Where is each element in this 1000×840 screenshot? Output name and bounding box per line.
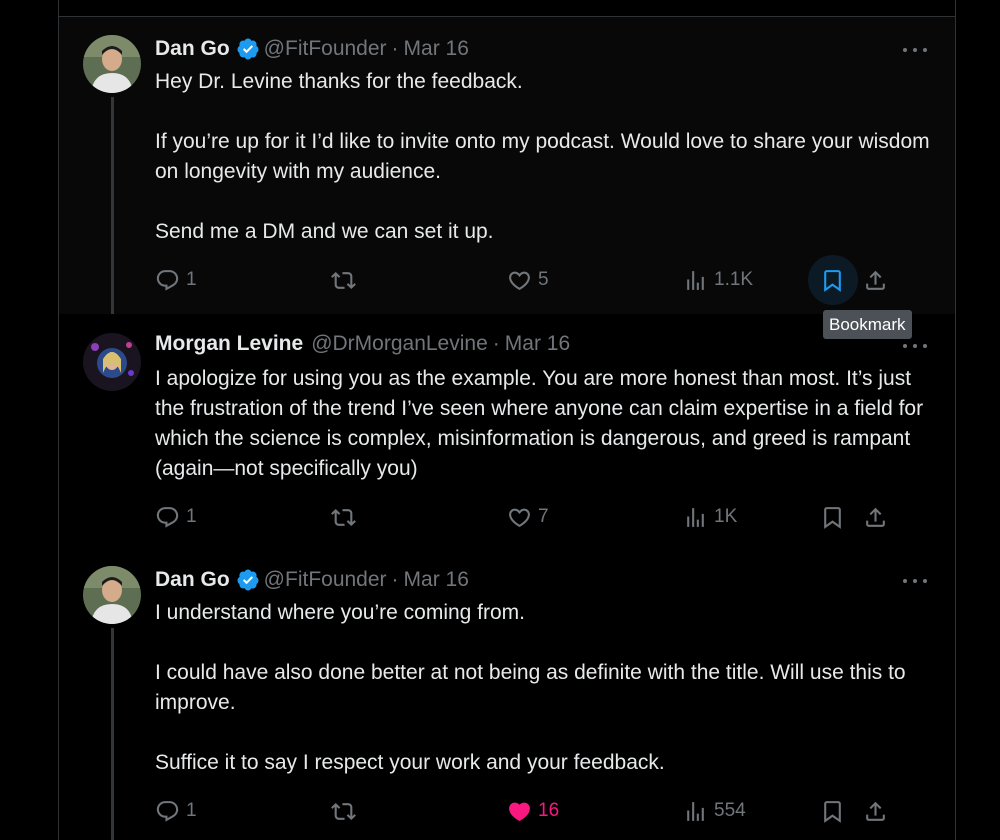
share-icon <box>866 801 885 821</box>
views-button[interactable]: 554 <box>683 796 746 826</box>
bookmark-icon <box>824 269 841 292</box>
separator: · <box>391 37 399 60</box>
reply-button[interactable]: 1 <box>155 796 197 826</box>
tweet-paragraph: I understand where you’re coming from. <box>155 601 526 624</box>
tweet-paragraph: If you’re up for it I’d like to invite o… <box>155 130 930 183</box>
tweet-paragraph: I apologize for using you as the example… <box>155 367 924 480</box>
tweet[interactable]: Dan Go @FitFounder · Mar 16 I understand… <box>59 548 955 840</box>
reply-icon <box>156 506 179 528</box>
timeline-column: Dan Go @FitFounder · Mar 16 Hey Dr. Levi… <box>58 0 956 840</box>
retweet-icon <box>331 802 356 820</box>
avatar[interactable] <box>83 333 141 391</box>
retweet-button[interactable] <box>331 265 356 295</box>
bookmark-tooltip: Bookmark <box>823 310 912 339</box>
author-handle[interactable]: @FitFounder <box>264 37 387 61</box>
retweet-icon <box>331 271 356 289</box>
tweet-paragraph: Hey Dr. Levine thanks for the feedback. <box>155 70 523 93</box>
retweet-icon <box>331 508 356 526</box>
views-button[interactable]: 1.1K <box>683 265 753 295</box>
reply-button[interactable]: 1 <box>155 502 197 532</box>
views-count: 1K <box>714 506 738 527</box>
heart-filled-icon <box>509 802 530 821</box>
views-icon <box>687 270 704 290</box>
reply-count: 1 <box>186 269 197 290</box>
tweet-text: I understand where you’re coming from. I… <box>155 598 945 778</box>
bookmark-icon <box>824 506 841 529</box>
tweet-header: Dan Go @FitFounder · Mar 16 <box>155 37 469 61</box>
verified-badge-icon <box>237 38 259 60</box>
share-button[interactable] <box>863 265 888 295</box>
thread-connector <box>111 97 114 314</box>
tweet[interactable]: Dan Go @FitFounder · Mar 16 Hey Dr. Levi… <box>59 17 955 314</box>
like-button[interactable]: 16 <box>507 796 559 826</box>
share-button[interactable] <box>863 502 888 532</box>
views-button[interactable]: 1K <box>683 502 737 532</box>
heart-icon <box>509 508 530 527</box>
separator: · <box>492 332 500 355</box>
avatar[interactable] <box>83 35 141 93</box>
share-icon <box>866 270 885 290</box>
tweet-date[interactable]: Mar 16 <box>505 332 570 356</box>
like-button[interactable]: 5 <box>507 265 549 295</box>
like-count: 7 <box>538 506 549 527</box>
reply-icon <box>156 800 179 822</box>
avatar[interactable] <box>83 566 141 624</box>
retweet-button[interactable] <box>331 502 356 532</box>
tweet[interactable]: Morgan Levine @DrMorganLevine · Mar 16 I… <box>59 314 955 548</box>
like-button[interactable]: 7 <box>507 502 549 532</box>
tweet-date[interactable]: Mar 16 <box>404 568 469 592</box>
tweet-text: Hey Dr. Levine thanks for the feedback. … <box>155 67 945 247</box>
views-icon <box>687 507 704 527</box>
bookmark-button[interactable] <box>820 796 845 826</box>
bookmark-icon <box>824 800 841 823</box>
reply-count: 1 <box>186 800 197 821</box>
bookmark-button[interactable] <box>820 502 845 532</box>
tweet-text: I apologize for using you as the example… <box>155 364 945 484</box>
tweet-actions: 1 7 1K <box>155 502 929 532</box>
bookmark-button[interactable] <box>820 265 845 295</box>
author-handle[interactable]: @FitFounder <box>264 568 387 592</box>
tweet-paragraph: Suffice it to say I respect your work an… <box>155 751 665 774</box>
views-count: 1.1K <box>714 269 754 290</box>
thread-connector <box>111 628 114 840</box>
author-name[interactable]: Dan Go <box>155 37 230 61</box>
heart-icon <box>509 271 530 290</box>
avatar-image <box>83 35 141 93</box>
like-count: 5 <box>538 269 549 290</box>
separator: · <box>391 568 399 591</box>
author-handle[interactable]: @DrMorganLevine <box>311 332 488 356</box>
reply-button[interactable]: 1 <box>155 265 197 295</box>
tweet-actions: 1 16 554 <box>155 796 929 826</box>
tweet-paragraph: Send me a DM and we can set it up. <box>155 220 494 243</box>
tweet-paragraph: I could have also done better at not bei… <box>155 661 906 714</box>
like-count: 16 <box>538 800 560 821</box>
retweet-button[interactable] <box>331 796 356 826</box>
author-name[interactable]: Dan Go <box>155 568 230 592</box>
tweet-actions: 1 5 1.1K <box>155 255 929 305</box>
views-count: 554 <box>714 800 746 821</box>
tweet-header: Morgan Levine @DrMorganLevine · Mar 16 <box>155 332 570 356</box>
share-icon <box>866 507 885 527</box>
more-icon[interactable] <box>903 569 927 593</box>
avatar-image <box>83 333 141 391</box>
reply-count: 1 <box>186 506 197 527</box>
tweet-header: Dan Go @FitFounder · Mar 16 <box>155 568 469 592</box>
author-name[interactable]: Morgan Levine <box>155 332 303 356</box>
more-icon[interactable] <box>903 38 927 62</box>
views-icon <box>687 801 704 821</box>
verified-badge-icon <box>237 569 259 591</box>
tweet-date[interactable]: Mar 16 <box>404 37 469 61</box>
share-button[interactable] <box>863 796 888 826</box>
avatar-image <box>83 566 141 624</box>
reply-icon <box>156 269 179 291</box>
